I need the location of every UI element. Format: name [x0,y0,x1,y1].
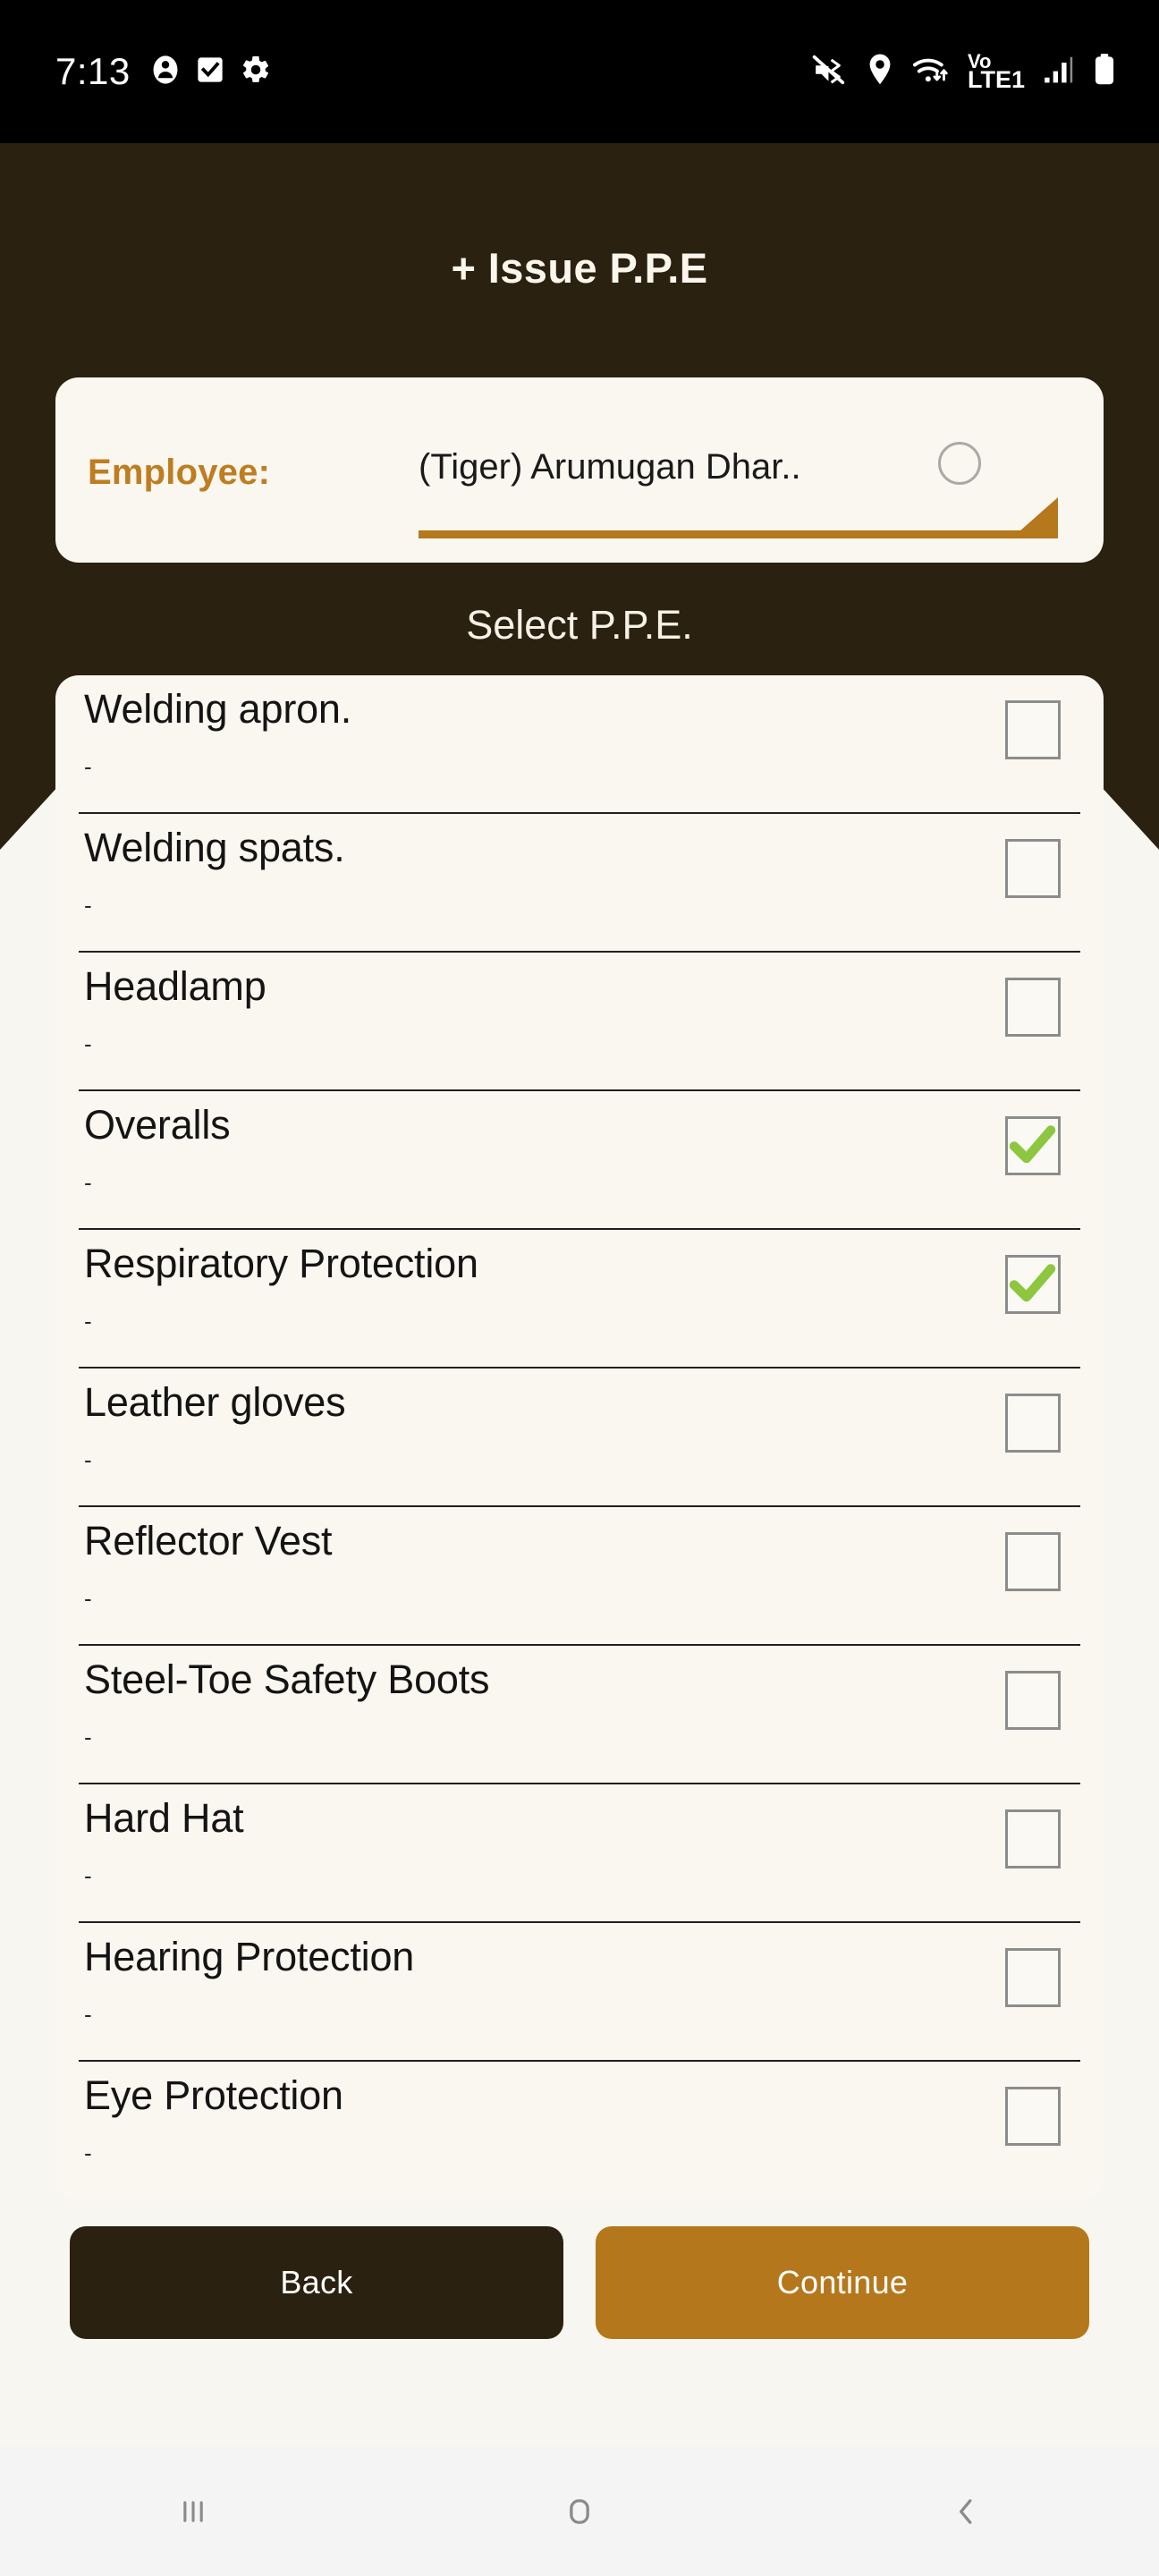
ppe-item-texts: Welding spats. - [79,825,1005,919]
ppe-list-item[interactable]: Steel-Toe Safety Boots - [79,1646,1080,1784]
select-ppe-label: Select P.P.E. [466,602,693,648]
ppe-list-item[interactable]: Welding spats. - [79,814,1080,953]
signal-bars-icon [1042,53,1076,91]
volte-icon: Vo LTE1 [967,51,1025,93]
mute-vibrate-icon [811,53,849,91]
ppe-item-subtitle: - [84,753,92,781]
checkbox-unchecked-icon[interactable] [1005,1671,1061,1730]
ppe-item-title: Hard Hat [84,1795,244,1841]
ppe-item-texts: Steel-Toe Safety Boots - [79,1657,1005,1751]
ppe-item-title: Welding spats. [84,825,345,870]
location-pin-icon [866,53,894,91]
checkbox-unchecked-icon[interactable] [1005,2087,1061,2146]
ppe-item-subtitle: - [84,1724,92,1751]
ppe-item-texts: Hard Hat - [79,1795,1005,1890]
ppe-item-title: Reflector Vest [84,1518,333,1563]
checkbox-unchecked-icon[interactable] [1005,1532,1061,1591]
status-bar-left: 7:13 [55,53,272,90]
ppe-list-item[interactable]: Reflector Vest - [79,1507,1080,1646]
ppe-item-texts: Eye Protection - [79,2074,1005,2165]
ppe-item-texts: Leather gloves - [79,1379,1005,1474]
ppe-item-texts: Reflector Vest - [79,1518,1005,1613]
checkbox-unchecked-icon[interactable] [1005,839,1061,898]
employee-selected-value: (Tiger) Arumugan Dhar.. [419,447,801,487]
ppe-list-item[interactable]: Hard Hat - [79,1784,1080,1923]
ppe-item-subtitle: - [84,2140,92,2167]
dropdown-triangle-icon[interactable] [1011,497,1058,538]
app-screen: 7:13 Vo LTE1 + Issue P.P.E Employee: (Ti… [0,0,1159,2576]
page-title: + Issue P.P.E [451,244,708,292]
ppe-item-subtitle: - [84,1446,92,1474]
ppe-item-title: Overalls [84,1102,231,1148]
checkbox-unchecked-icon[interactable] [1005,700,1061,759]
back-chevron-icon[interactable] [899,2447,1033,2576]
continue-button[interactable]: Continue [596,2226,1089,2339]
ppe-list-item[interactable]: Leather gloves - [79,1368,1080,1507]
gear-icon [240,54,272,90]
ppe-item-title: Welding apron. [84,686,352,732]
checkbox-unchecked-icon[interactable] [1005,1948,1061,2007]
ppe-item-subtitle: - [84,2001,92,2029]
battery-icon [1093,52,1116,92]
ppe-item-title: Eye Protection [84,2072,343,2118]
checkbox-icon [197,55,224,89]
ppe-list-item[interactable]: Hearing Protection - [79,1923,1080,2062]
wifi-icon [911,53,951,91]
ppe-list-item[interactable]: Eye Protection - [79,2062,1080,2200]
back-button[interactable]: Back [70,2226,563,2339]
checkbox-checked-icon[interactable] [1005,1116,1061,1175]
ppe-list-item[interactable]: Respiratory Protection - [79,1230,1080,1368]
ppe-list-card: Welding apron. - Welding spats. - Headlamp - O… [55,675,1104,2200]
ppe-item-subtitle: - [84,1169,92,1197]
ppe-list-item[interactable]: Overalls - [79,1091,1080,1230]
ppe-item-texts: Respiratory Protection - [79,1241,1005,1335]
volte-label-lte: LTE1 [967,65,1025,93]
employee-select-field[interactable]: (Tiger) Arumugan Dhar.. [419,442,1058,538]
checkbox-unchecked-icon[interactable] [1005,1809,1061,1868]
ppe-item-texts: Hearing Protection - [79,1934,1005,2029]
ppe-list-item[interactable]: Welding apron. - [79,675,1080,814]
ppe-item-title: Steel-Toe Safety Boots [84,1657,490,1702]
checkbox-checked-icon[interactable] [1005,1255,1061,1314]
ppe-list-item[interactable]: Headlamp - [79,953,1080,1091]
system-navigation-bar [0,2447,1159,2576]
checkbox-unchecked-icon[interactable] [1005,978,1061,1037]
status-time: 7:13 [55,50,131,92]
employee-label: Employee: [88,453,271,492]
ppe-item-subtitle: - [84,1862,92,1890]
ppe-item-texts: Overalls - [79,1102,1005,1197]
action-bar: Back Continue [70,2226,1089,2339]
ppe-item-texts: Welding apron. - [79,686,1005,781]
circle-avatar-icon [938,442,981,485]
ppe-item-subtitle: - [84,1030,92,1058]
ppe-item-title: Headlamp [84,963,266,1009]
status-bar: 7:13 Vo LTE1 [0,0,1159,143]
ppe-item-title: Leather gloves [84,1379,346,1425]
ppe-item-subtitle: - [84,1585,92,1613]
employee-field-underline [419,530,1058,538]
home-icon[interactable] [512,2447,647,2576]
employee-card[interactable]: Employee: (Tiger) Arumugan Dhar.. [55,377,1104,563]
person-icon [150,55,181,89]
ppe-item-subtitle: - [84,1308,92,1335]
recents-icon[interactable] [126,2447,260,2576]
ppe-item-texts: Headlamp - [79,963,1005,1058]
ppe-item-title: Respiratory Protection [84,1241,478,1286]
checkbox-unchecked-icon[interactable] [1005,1394,1061,1453]
status-bar-right: Vo LTE1 [811,51,1116,93]
ppe-item-title: Hearing Protection [84,1934,415,1979]
ppe-item-subtitle: - [84,892,92,919]
